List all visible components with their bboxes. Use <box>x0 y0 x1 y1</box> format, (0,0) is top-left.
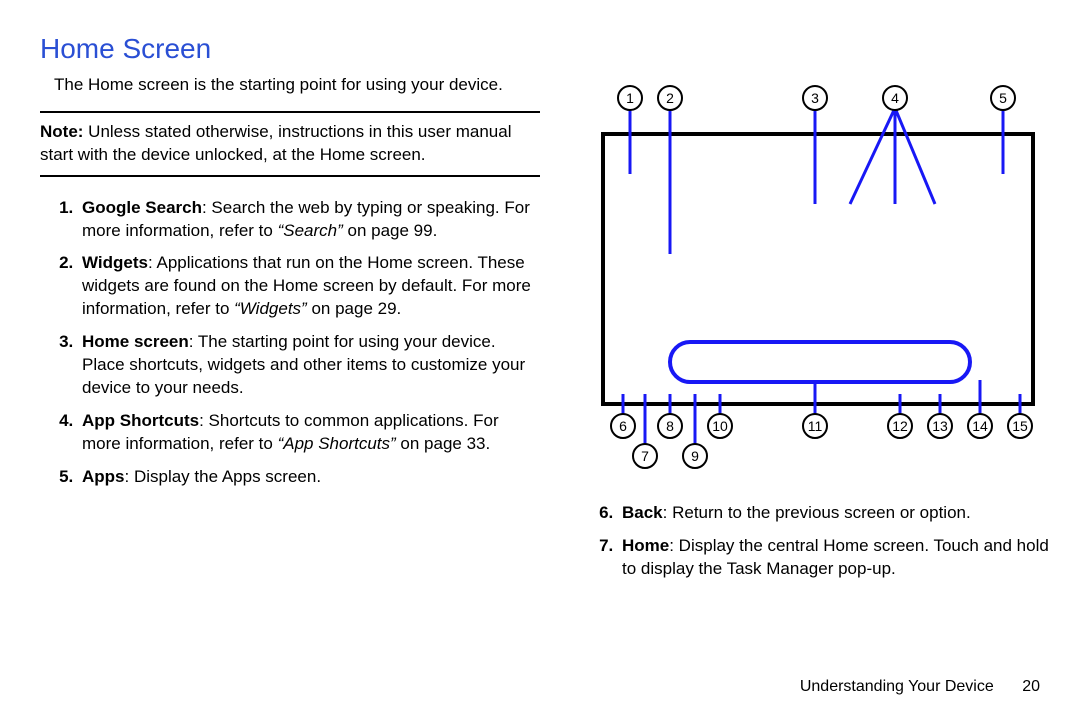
callout-15: 15 <box>1008 414 1032 438</box>
svg-text:7: 7 <box>641 448 649 464</box>
svg-text:4: 4 <box>891 90 899 106</box>
right-column: 1 2 3 4 5 6 8 10 11 12 13 14 15 7 9 Back… <box>580 74 1050 591</box>
numbered-list-right: Back: Return to the previous screen or o… <box>590 502 1050 581</box>
left-column: The Home screen is the starting point fo… <box>40 74 540 591</box>
callout-8: 8 <box>658 414 682 438</box>
intro-text: The Home screen is the starting point fo… <box>54 74 540 97</box>
footer-section: Understanding Your Device <box>800 678 994 695</box>
list-item: Home: Display the central Home screen. T… <box>618 535 1050 581</box>
callout-2: 2 <box>658 86 682 110</box>
callout-6: 6 <box>611 414 635 438</box>
callout-14: 14 <box>968 414 992 438</box>
svg-text:8: 8 <box>666 418 674 434</box>
page-title: Home Screen <box>40 30 1040 68</box>
svg-text:13: 13 <box>932 418 948 434</box>
callout-11: 11 <box>803 414 827 438</box>
list-item: Back: Return to the previous screen or o… <box>618 502 1050 525</box>
callout-10: 10 <box>708 414 732 438</box>
callout-5: 5 <box>991 86 1015 110</box>
svg-text:12: 12 <box>892 418 908 434</box>
callout-7: 7 <box>633 444 657 468</box>
device-diagram: 1 2 3 4 5 6 8 10 11 12 13 14 15 7 9 <box>580 74 1050 484</box>
svg-text:11: 11 <box>808 418 823 434</box>
svg-text:9: 9 <box>691 448 699 464</box>
list-item: Widgets: Applications that run on the Ho… <box>78 252 540 321</box>
list-item: Google Search: Search the web by typing … <box>78 197 540 243</box>
svg-text:10: 10 <box>712 418 728 434</box>
svg-text:15: 15 <box>1012 418 1028 434</box>
callout-9: 9 <box>683 444 707 468</box>
note-body: Unless stated otherwise, instructions in… <box>40 122 511 164</box>
svg-text:2: 2 <box>666 90 674 106</box>
content-columns: The Home screen is the starting point fo… <box>40 74 1040 591</box>
svg-text:5: 5 <box>999 90 1007 106</box>
svg-text:6: 6 <box>619 418 627 434</box>
list-item: Apps: Display the Apps screen. <box>78 466 540 489</box>
callout-3: 3 <box>803 86 827 110</box>
svg-text:1: 1 <box>626 90 634 106</box>
list-item: Home screen: The starting point for usin… <box>78 331 540 400</box>
callout-13: 13 <box>928 414 952 438</box>
list-item: App Shortcuts: Shortcuts to common appli… <box>78 410 540 456</box>
numbered-list-left: Google Search: Search the web by typing … <box>50 197 540 489</box>
footer: Understanding Your Device 20 <box>800 676 1040 698</box>
callout-12: 12 <box>888 414 912 438</box>
note-box: Note: Unless stated otherwise, instructi… <box>40 111 540 177</box>
callout-1: 1 <box>618 86 642 110</box>
svg-text:3: 3 <box>811 90 819 106</box>
callout-4: 4 <box>883 86 907 110</box>
note-label: Note: <box>40 122 83 141</box>
svg-text:14: 14 <box>972 418 988 434</box>
footer-page: 20 <box>1022 678 1040 695</box>
